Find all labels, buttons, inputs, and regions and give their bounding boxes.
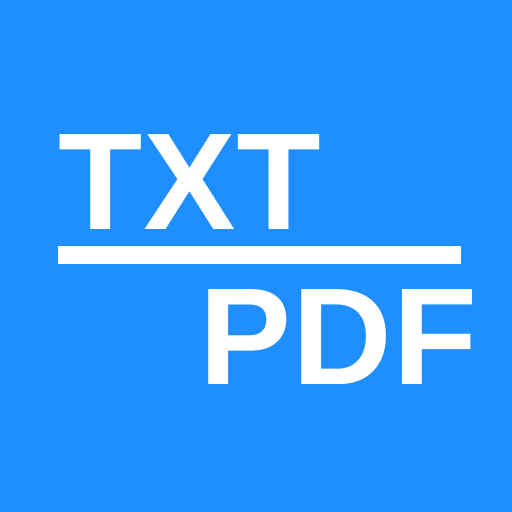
target-format-label: PDF — [199, 260, 478, 414]
source-format-label: TXT — [58, 105, 322, 259]
app-icon: TXT PDF — [0, 0, 512, 512]
